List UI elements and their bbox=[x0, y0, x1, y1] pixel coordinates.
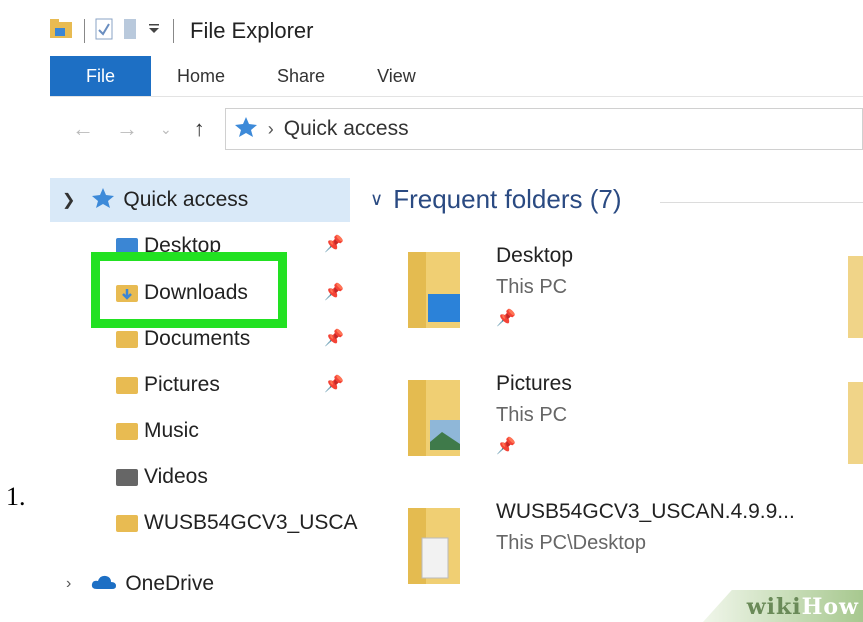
toolbar-separator-2 bbox=[173, 19, 174, 43]
documents-folder-icon bbox=[116, 330, 138, 348]
nav-item-videos[interactable]: Videos bbox=[116, 457, 208, 497]
quick-access-star-icon bbox=[91, 187, 115, 214]
pin-icon[interactable]: 📌 bbox=[324, 374, 344, 394]
nav-item-label: WUSB54GCV3_USCA bbox=[144, 511, 358, 534]
frequent-folders-header[interactable]: ∨ Frequent folders (7) bbox=[370, 184, 622, 215]
nav-item-label: Documents bbox=[144, 327, 251, 350]
videos-folder-icon bbox=[116, 468, 138, 486]
watermark-part2: How bbox=[801, 594, 859, 620]
pin-icon[interactable]: 📌 bbox=[324, 234, 344, 254]
group-title: Frequent folders (7) bbox=[393, 184, 622, 214]
pin-icon[interactable]: 📌 bbox=[496, 308, 516, 328]
new-folder-icon[interactable] bbox=[123, 18, 137, 45]
customize-toolbar-chevron-icon[interactable] bbox=[147, 22, 161, 41]
window-title: File Explorer bbox=[190, 18, 314, 43]
tab-file[interactable]: File bbox=[50, 56, 152, 96]
desktop-folder-icon bbox=[408, 252, 460, 328]
nav-item-music[interactable]: Music bbox=[116, 411, 199, 451]
pin-icon[interactable]: 📌 bbox=[324, 282, 344, 302]
tile-location: This PC bbox=[496, 404, 568, 426]
tile-location: This PC bbox=[496, 276, 568, 298]
nav-quick-access-label: Quick access bbox=[123, 188, 249, 211]
breadcrumb-chevron-icon[interactable]: › bbox=[268, 119, 274, 140]
up-arrow-icon[interactable]: ↑ bbox=[194, 116, 205, 142]
nav-item-label: Music bbox=[144, 419, 199, 442]
tab-view[interactable]: View bbox=[351, 56, 442, 96]
pictures-folder-icon bbox=[116, 376, 138, 394]
folder-icon bbox=[116, 514, 138, 532]
partial-folder-tile[interactable] bbox=[848, 256, 863, 338]
content-pane: ∨ Frequent folders (7) Desktop This PC 📌… bbox=[350, 176, 863, 622]
tab-share[interactable]: Share bbox=[251, 56, 351, 96]
cloud-icon bbox=[91, 572, 117, 596]
step-number: 1. bbox=[6, 482, 26, 511]
recent-locations-chevron-icon[interactable]: ⌄ bbox=[160, 121, 172, 138]
downloads-highlight-box bbox=[91, 252, 287, 328]
group-divider bbox=[660, 202, 863, 203]
nav-item-label: OneDrive bbox=[125, 572, 215, 595]
pictures-folder-icon bbox=[408, 380, 460, 456]
pin-icon[interactable]: 📌 bbox=[324, 328, 344, 348]
back-arrow-icon[interactable]: ← bbox=[72, 116, 94, 142]
title-bar: File Explorer bbox=[50, 0, 863, 58]
nav-item-pictures[interactable]: Pictures bbox=[116, 365, 220, 405]
file-explorer-window: File Explorer File Home Share View ← → ⌄… bbox=[50, 0, 863, 622]
tile-location: This PC\Desktop bbox=[496, 532, 647, 554]
forward-arrow-icon[interactable]: → bbox=[116, 116, 138, 142]
properties-icon[interactable] bbox=[95, 18, 113, 45]
expand-chevron-icon[interactable]: ❯ bbox=[62, 190, 75, 210]
expand-chevron-icon[interactable]: › bbox=[66, 575, 71, 593]
folder-icon bbox=[408, 508, 460, 584]
address-path-box[interactable]: › Quick access bbox=[224, 108, 863, 150]
folder-tile-desktop[interactable]: Desktop This PC 📌 bbox=[408, 244, 828, 354]
ribbon-tabs: File Home Share View bbox=[50, 56, 863, 97]
navigation-pane: ❯ Quick access Desktop 📌 Downloads 📌 Doc… bbox=[50, 176, 358, 622]
tab-home[interactable]: Home bbox=[151, 56, 251, 96]
nav-item-onedrive[interactable]: › OneDrive bbox=[66, 564, 214, 604]
toolbar-separator bbox=[84, 19, 85, 43]
folder-app-icon[interactable] bbox=[50, 18, 72, 44]
partial-folder-tile[interactable] bbox=[848, 382, 863, 464]
folder-tile-pictures[interactable]: Pictures This PC 📌 bbox=[408, 372, 828, 482]
quick-access-star-icon bbox=[234, 116, 258, 143]
tile-name: Pictures bbox=[496, 372, 572, 395]
quick-access-toolbar: File Explorer bbox=[50, 14, 313, 48]
nav-item-wusb-folder[interactable]: WUSB54GCV3_USCA bbox=[116, 503, 358, 543]
collapse-chevron-icon[interactable]: ∨ bbox=[370, 189, 383, 210]
wikihow-watermark: wikiHow bbox=[747, 594, 859, 620]
nav-item-label: Pictures bbox=[144, 373, 220, 396]
address-bar: ← → ⌄ ↑ › Quick access bbox=[50, 106, 863, 152]
music-folder-icon bbox=[116, 422, 138, 440]
watermark-part1: wiki bbox=[746, 594, 802, 620]
address-path: Quick access bbox=[283, 117, 409, 140]
nav-item-label: Videos bbox=[144, 465, 208, 488]
tile-name: WUSB54GCV3_USCAN.4.9.9... bbox=[496, 500, 795, 523]
tile-name: Desktop bbox=[496, 244, 574, 267]
pin-icon[interactable]: 📌 bbox=[496, 436, 516, 456]
nav-quick-access[interactable]: ❯ Quick access bbox=[50, 178, 350, 222]
